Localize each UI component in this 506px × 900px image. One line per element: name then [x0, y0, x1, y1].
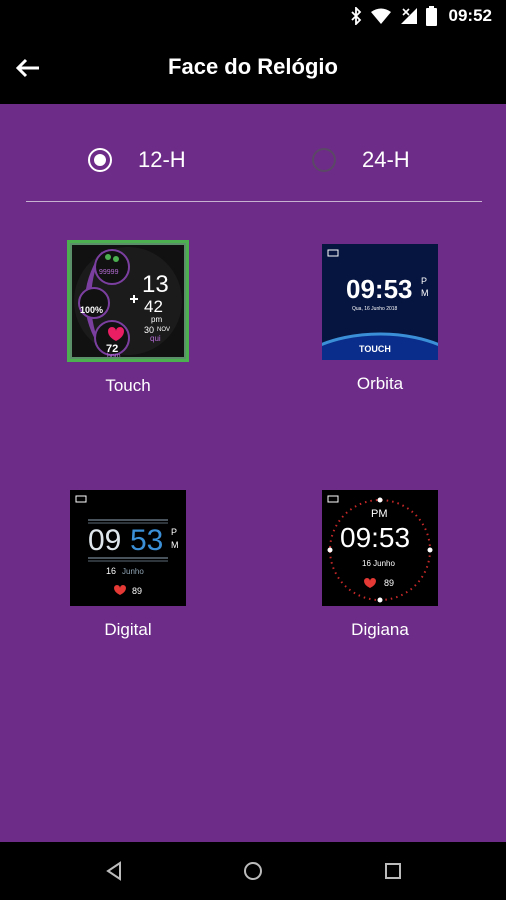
recents-square-icon: [385, 863, 401, 879]
orbita-preview: 09:53 P M Qua, 16 Junho 2018 TOUCH: [322, 244, 438, 360]
digital-minute: 53: [130, 524, 164, 557]
radio-unselected-icon[interactable]: [312, 148, 336, 172]
radio-option-12h[interactable]: 12-H: [88, 144, 186, 176]
radio-option-24h[interactable]: 24-H: [312, 144, 410, 176]
orbita-ampm-bottom: M: [421, 288, 429, 298]
touch-minute: 42: [144, 297, 163, 316]
navigation-bar: [0, 842, 506, 900]
face-label-touch: Touch: [105, 376, 151, 395]
face-label-digiana: Digiana: [351, 620, 409, 639]
home-circle-icon: [244, 862, 262, 880]
watch-face-orbita[interactable]: 09:53 P M Qua, 16 Junho 2018 TOUCH Orbit…: [300, 244, 460, 394]
status-bar: 09:52: [0, 0, 506, 32]
back-triangle-icon: [106, 861, 121, 881]
digital-hour: 09: [88, 524, 122, 557]
touch-steps: 99999: [99, 269, 119, 276]
digital-ampm-bottom: M: [171, 540, 179, 550]
status-icons: 09:52: [350, 5, 492, 27]
page-title: Face do Relógio: [168, 54, 338, 79]
wifi-icon: [370, 8, 391, 24]
digiana-preview: PM 09:53 16 Junho 89: [322, 490, 438, 606]
watch-face-digiana[interactable]: PM 09:53 16 Junho 89 Digiana: [300, 490, 460, 640]
radio-label-12h: 12-H: [138, 147, 186, 172]
orbita-time: 09:53: [346, 274, 413, 304]
touch-weekday: qui: [150, 334, 161, 343]
watch-face-digital[interactable]: 09 53 P M 16 Junho 89 Digital: [48, 490, 208, 640]
radio-selected-icon[interactable]: [88, 148, 112, 172]
digital-month: Junho: [122, 567, 144, 576]
radio-label-24h: 24-H: [362, 147, 410, 172]
nav-back-button[interactable]: [99, 856, 129, 886]
orbita-brand: TOUCH: [359, 344, 391, 354]
selected-frame: 99999 100% 72 bpm 13 42 pm 30 NOV qui: [67, 240, 189, 362]
digiana-date: 16 Junho: [362, 559, 395, 568]
touch-bpm: bpm: [107, 353, 121, 357]
orbita-ampm-top: P: [421, 276, 428, 286]
touch-preview: 99999 100% 72 bpm 13 42 pm 30 NOV qui: [72, 245, 184, 357]
touch-month: NOV: [157, 327, 171, 333]
orbita-date: Qua, 16 Junho 2018: [352, 306, 398, 312]
digital-date-num: 16: [106, 566, 117, 576]
watch-face-touch[interactable]: 99999 100% 72 bpm 13 42 pm 30 NOV qui To…: [48, 240, 208, 396]
signal-icon: [400, 8, 417, 24]
digiana-ampm: PM: [371, 508, 388, 520]
digital-preview: 09 53 P M 16 Junho 89: [70, 490, 186, 606]
nav-recents-button[interactable]: [378, 856, 408, 886]
app-bar: Face do Relógio: [0, 32, 506, 104]
face-label-orbita: Orbita: [356, 374, 404, 393]
battery-icon: [425, 6, 437, 26]
face-label-digital: Digital: [104, 620, 152, 639]
digital-heart: 89: [132, 586, 143, 596]
touch-face-graphic: [72, 245, 184, 357]
bluetooth-icon: [350, 7, 361, 25]
touch-ampm: pm: [151, 315, 163, 324]
main-content: 12-H 24-H 99999 100% 72 bpm 13 42 pm 30 …: [0, 104, 506, 842]
status-time: 09:52: [448, 6, 492, 25]
touch-battery: 100%: [80, 305, 104, 315]
digital-ampm-top: P: [171, 527, 178, 537]
digiana-heart: 89: [384, 578, 395, 588]
nav-home-button[interactable]: [238, 856, 268, 886]
divider: [26, 201, 482, 202]
touch-hour: 13: [142, 271, 169, 298]
digiana-time: 09:53: [340, 522, 411, 553]
